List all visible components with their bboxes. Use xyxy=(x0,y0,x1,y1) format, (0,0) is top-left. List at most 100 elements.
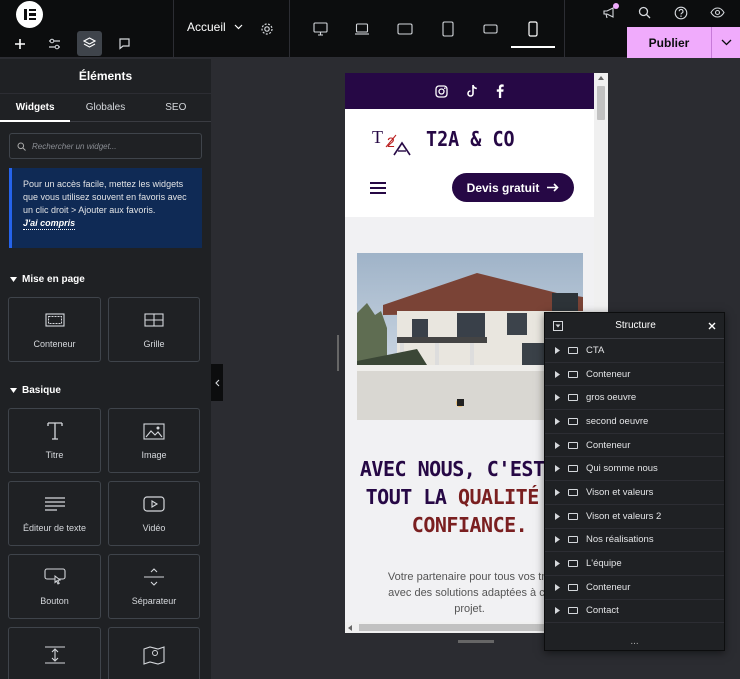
structure-item-label: Contact xyxy=(586,605,619,617)
widget-button[interactable]: Bouton xyxy=(8,554,101,619)
structure-item[interactable]: Vison et valeurs 2 xyxy=(545,505,724,529)
container-icon xyxy=(568,536,578,544)
canvas-bottom-handle[interactable] xyxy=(458,640,494,643)
text-editor-icon xyxy=(44,497,65,511)
section-layout[interactable]: Mise en page xyxy=(0,272,211,286)
widget-text-editor[interactable]: Éditeur de texte xyxy=(8,481,101,546)
tab-widgets[interactable]: Widgets xyxy=(0,94,71,122)
widget-label: Grille xyxy=(143,339,165,349)
structure-header[interactable]: Structure xyxy=(545,313,724,339)
mobile-icon xyxy=(528,21,538,37)
button-icon xyxy=(43,568,66,585)
device-laptop-button[interactable] xyxy=(348,14,376,44)
collapse-structure-icon[interactable] xyxy=(553,320,563,331)
publish-button[interactable]: Publier xyxy=(627,27,711,58)
finder-button[interactable] xyxy=(636,4,653,21)
structure-item[interactable]: Qui somme nous xyxy=(545,457,724,482)
structure-title: Structure xyxy=(615,320,656,331)
tab-globales[interactable]: Globales xyxy=(70,94,140,121)
device-mobile-button[interactable] xyxy=(511,14,555,48)
t2a-logo-icon: T2 xyxy=(372,127,411,156)
scrollbar-thumb[interactable] xyxy=(359,624,559,631)
structure-item-label: gros oeuvre xyxy=(586,392,637,404)
structure-item-label: Qui somme nous xyxy=(586,463,658,475)
widget-label: Vidéo xyxy=(142,523,166,533)
canvas-resize-handle[interactable] xyxy=(337,335,339,371)
widget-label: Titre xyxy=(45,450,64,460)
preview-header: T2 T2A & CO Devis gratuit xyxy=(345,109,594,217)
widget-grid-layout[interactable]: Grille xyxy=(108,297,200,362)
layers-icon xyxy=(83,37,96,48)
caret-right-icon xyxy=(555,560,560,568)
container-icon xyxy=(568,346,578,354)
help-button[interactable] xyxy=(672,4,689,21)
widget-grid: Titre Image Éditeur de texte Vidéo Bouto… xyxy=(0,408,211,679)
divider xyxy=(564,0,565,58)
container-icon xyxy=(568,560,578,568)
widget-label: Bouton xyxy=(40,596,69,606)
structure-resize-handle[interactable]: ... xyxy=(545,637,724,650)
widget-divider[interactable]: Séparateur xyxy=(108,554,200,619)
tiktok-icon[interactable] xyxy=(466,84,478,98)
caret-right-icon xyxy=(555,465,560,473)
device-desktop-button[interactable] xyxy=(306,14,334,44)
heading-icon xyxy=(46,422,63,440)
preview-social-bar xyxy=(345,73,594,109)
scroll-left-icon xyxy=(348,625,352,631)
widget-spacer[interactable] xyxy=(8,627,101,679)
tip-dismiss-link[interactable]: J'ai compris xyxy=(23,218,76,230)
device-mobile-landscape-button[interactable] xyxy=(476,14,504,44)
scrollbar-thumb[interactable] xyxy=(597,86,605,120)
comments-button[interactable] xyxy=(112,31,137,56)
site-settings-button[interactable] xyxy=(42,31,67,56)
widget-image[interactable]: Image xyxy=(108,408,200,473)
structure-item[interactable]: Vison et valeurs xyxy=(545,481,724,505)
structure-item[interactable]: Nos réalisations xyxy=(545,529,724,553)
container-icon xyxy=(568,441,578,449)
structure-item[interactable]: gros oeuvre xyxy=(545,386,724,411)
structure-button[interactable] xyxy=(77,31,102,56)
container-icon xyxy=(568,465,578,473)
widget-heading[interactable]: Titre xyxy=(8,408,101,473)
tab-seo[interactable]: SEO xyxy=(141,94,211,121)
device-tablet-landscape-button[interactable] xyxy=(391,14,419,44)
device-tablet-portrait-button[interactable] xyxy=(434,14,462,44)
caret-right-icon xyxy=(555,417,560,425)
structure-item[interactable]: Conteneur xyxy=(545,576,724,600)
widget-video[interactable]: Vidéo xyxy=(108,481,200,546)
widget-container[interactable]: Conteneur xyxy=(8,297,101,362)
panel-collapse-button[interactable] xyxy=(211,364,223,401)
close-icon[interactable] xyxy=(708,322,716,330)
preview-brand-name: T2A & CO xyxy=(426,127,515,151)
page-selector[interactable]: Accueil xyxy=(187,20,243,34)
chevron-left-icon xyxy=(214,379,219,386)
structure-item[interactable]: Contact xyxy=(545,600,724,624)
widget-search-input[interactable] xyxy=(32,141,192,151)
add-element-button[interactable] xyxy=(7,31,32,56)
caret-right-icon xyxy=(555,607,560,615)
caret-right-icon xyxy=(555,536,560,544)
page-settings-button[interactable] xyxy=(258,20,275,37)
chevron-down-icon xyxy=(721,39,731,46)
instagram-icon[interactable] xyxy=(435,84,448,98)
facebook-icon[interactable] xyxy=(496,84,504,98)
widget-label: Conteneur xyxy=(33,339,76,349)
structure-item[interactable]: Conteneur xyxy=(545,363,724,387)
devis-gratuit-button[interactable]: Devis gratuit xyxy=(452,173,574,202)
hamburger-menu-icon[interactable] xyxy=(370,182,386,197)
structure-item[interactable]: second oeuvre xyxy=(545,410,724,434)
structure-list: CTA Conteneur gros oeuvre second oeuvre … xyxy=(545,339,724,624)
publish-options-button[interactable] xyxy=(711,27,740,58)
elementor-logo-icon[interactable] xyxy=(16,1,43,28)
headline-highlight: QUALITÉ xyxy=(457,485,539,509)
preview-button[interactable] xyxy=(709,4,726,21)
structure-item[interactable]: Conteneur xyxy=(545,434,724,458)
widget-google-maps[interactable] xyxy=(108,627,200,679)
section-basic[interactable]: Basique xyxy=(0,383,211,397)
structure-item-label: Conteneur xyxy=(586,581,631,593)
caret-right-icon xyxy=(555,488,560,496)
structure-item[interactable]: L'équipe xyxy=(545,552,724,576)
devis-label: Devis gratuit xyxy=(466,180,540,195)
structure-item[interactable]: CTA xyxy=(545,339,724,363)
eye-icon xyxy=(710,7,725,18)
